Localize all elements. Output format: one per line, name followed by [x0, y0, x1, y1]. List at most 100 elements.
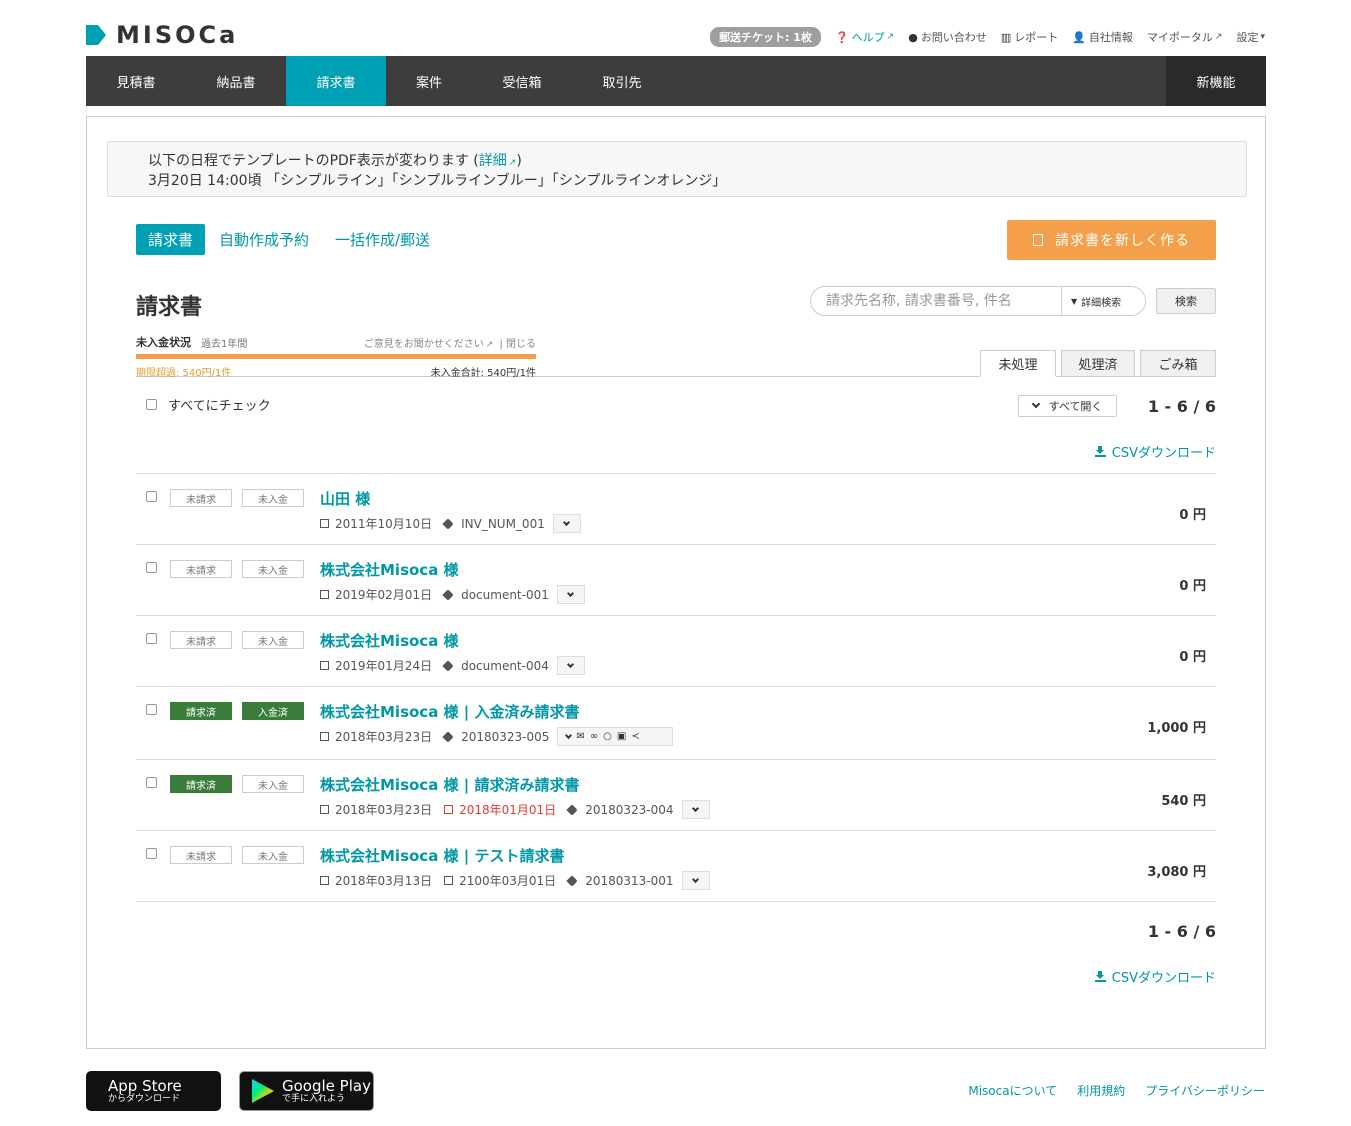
issue-date: 2018年03月23日: [335, 803, 433, 817]
company-info-link[interactable]: 👤 自社情報: [1072, 29, 1133, 45]
invoice-subtabs: 請求書 自動作成予約 一括作成/郵送: [136, 224, 456, 255]
invoice-row[interactable]: 未請求 未入金 株式会社Misoca 様 2019年02月01日 documen…: [136, 545, 1216, 616]
due-date: 2018年01月01日: [459, 803, 557, 817]
csv-download-bottom[interactable]: CSVダウンロード: [1094, 967, 1216, 986]
unpaid-progress-bar: [136, 354, 536, 359]
due-date-icon: [444, 876, 454, 885]
nav-inbox[interactable]: 受信箱: [472, 56, 572, 106]
template-notice: 以下の日程でテンプレートのPDF表示が変わります (詳細 ↗) 3月20日 14:…: [107, 141, 1247, 197]
create-invoice-button[interactable]: 請求書を新しく作る: [1007, 220, 1216, 260]
invoice-title-link[interactable]: 株式会社Misoca 様 | 請求済み請求書: [320, 774, 579, 795]
advanced-search-toggle[interactable]: ▼ 詳細検索: [1061, 287, 1121, 315]
invoice-amount: 0 円: [1179, 579, 1206, 594]
invoice-meta: 2019年02月01日 document-001: [320, 585, 585, 604]
invoice-amount: 3,080 円: [1147, 865, 1206, 880]
close-status-link[interactable]: | 閉じる: [499, 339, 536, 350]
issue-date: 2018年03月23日: [335, 730, 433, 744]
csv-download-top[interactable]: CSVダウンロード: [1094, 442, 1216, 461]
subtab-bulk[interactable]: 一括作成/郵送: [335, 229, 430, 250]
expand-row-button[interactable]: [556, 585, 585, 604]
chevron-down-icon: [563, 518, 571, 526]
search-input[interactable]: [811, 293, 1061, 309]
question-icon: ❓: [834, 30, 849, 44]
row-checkbox[interactable]: [146, 633, 157, 644]
row-checkbox[interactable]: [146, 491, 157, 502]
chevron-down-icon: [567, 589, 575, 597]
expand-row-button[interactable]: [681, 871, 710, 890]
invoice-number: document-004: [461, 658, 549, 673]
settings-menu[interactable]: 設定 ▾: [1236, 29, 1265, 45]
misoca-logo[interactable]: MISOCa: [86, 21, 238, 49]
invoice-number: 20180313-001: [585, 873, 674, 888]
expand-row-button[interactable]: [681, 800, 710, 819]
invoice-title-link[interactable]: 株式会社Misoca 様: [320, 630, 459, 651]
row-checkbox[interactable]: [146, 848, 157, 859]
invoice-title-link[interactable]: 株式会社Misoca 様 | 入金済み請求書: [320, 701, 579, 722]
row-checkbox[interactable]: [146, 777, 157, 788]
search-button[interactable]: 検索: [1156, 288, 1216, 314]
feedback-link[interactable]: ご意見をお聞かせください ↗: [364, 339, 494, 350]
invoice-meta: 2018年03月23日 20180323-005 ✉ ∞ ○ ▣ ≺: [320, 727, 674, 746]
invoice-meta: 2019年01月24日 document-004: [320, 656, 585, 675]
nav-estimate[interactable]: 見積書: [86, 56, 186, 106]
caret-down-icon: ▾: [1260, 32, 1265, 42]
footer-link-about[interactable]: Misocaについて: [968, 1082, 1057, 1099]
payment-status-badge: 未入金: [242, 560, 304, 578]
nav-delivery[interactable]: 納品書: [186, 56, 286, 106]
nav-invoice[interactable]: 請求書: [286, 56, 386, 106]
billing-status-badge: 未請求: [170, 489, 232, 507]
tab-pending[interactable]: 未処理: [980, 350, 1056, 377]
nav-new-features[interactable]: 新機能: [1166, 56, 1266, 106]
chevron-down-icon: [691, 875, 700, 883]
invoice-row[interactable]: 未請求 未入金 株式会社Misoca 様 2019年01月24日 documen…: [136, 616, 1216, 687]
subtab-auto-create[interactable]: 自動作成予約: [219, 229, 309, 250]
expand-row-button[interactable]: [556, 656, 585, 675]
app-store-badge[interactable]: App Store からダウンロード: [86, 1071, 221, 1111]
footer-links: Misocaについて 利用規約 プライバシーポリシー: [948, 1082, 1265, 1099]
tab-trash[interactable]: ごみ箱: [1140, 350, 1216, 377]
caret-down-icon: ▼: [1071, 296, 1078, 306]
chevron-down-icon: [565, 731, 573, 739]
invoice-row[interactable]: 未請求 未入金 山田 様 2011年10月10日 INV_NUM_001 0 円: [136, 474, 1216, 545]
report-link[interactable]: ▥ レポート: [1001, 29, 1058, 45]
chevron-down-icon: [1031, 399, 1040, 409]
footer-link-terms[interactable]: 利用規約: [1077, 1082, 1125, 1099]
external-link-icon: ↗: [886, 32, 895, 42]
nav-project[interactable]: 案件: [386, 56, 472, 106]
expand-row-button[interactable]: ✉ ∞ ○ ▣ ≺: [557, 727, 674, 746]
contact-link[interactable]: ● お問い合わせ: [908, 29, 987, 45]
open-all-button[interactable]: すべて開く: [1018, 395, 1117, 417]
invoice-amount: 0 円: [1179, 650, 1206, 665]
invoice-row[interactable]: 請求済 未入金 株式会社Misoca 様 | 請求済み請求書 2018年03月2…: [136, 760, 1216, 831]
calendar-icon: [320, 661, 329, 670]
chevron-down-icon: [567, 660, 575, 668]
invoice-title-link[interactable]: 株式会社Misoca 様 | テスト請求書: [320, 845, 564, 866]
my-portal-link[interactable]: マイポータル ↗: [1147, 29, 1223, 45]
invoice-amount: 540 円: [1161, 794, 1206, 809]
footer-link-privacy[interactable]: プライバシーポリシー: [1145, 1082, 1265, 1099]
postal-ticket-badge[interactable]: 郵送チケット: 1枚: [710, 27, 821, 47]
invoice-title-link[interactable]: 山田 様: [320, 488, 370, 509]
notice-line-2: 3月20日 14:00頃 「シンプルライン」「シンプルラインブルー」「シンプルラ…: [148, 173, 727, 189]
nav-clients[interactable]: 取引先: [572, 56, 672, 106]
billing-status-badge: 未請求: [170, 631, 232, 649]
payment-status-badge: 未入金: [242, 846, 304, 864]
expand-row-button[interactable]: [552, 514, 581, 533]
notice-detail-link[interactable]: 詳細 ↗: [479, 153, 517, 169]
tab-processed[interactable]: 処理済: [1061, 350, 1135, 377]
envelope-icon: ✉: [576, 731, 585, 742]
invoice-row[interactable]: 請求済 入金済 株式会社Misoca 様 | 入金済み請求書 2018年03月2…: [136, 687, 1216, 760]
row-checkbox[interactable]: [146, 562, 157, 573]
invoice-row[interactable]: 未請求 未入金 株式会社Misoca 様 | テスト請求書 2018年03月13…: [136, 831, 1216, 902]
billing-status-badge: 未請求: [170, 560, 232, 578]
subtab-invoice[interactable]: 請求書: [136, 224, 206, 255]
help-link[interactable]: ❓ ヘルプ ↗: [835, 29, 894, 45]
invoice-title-link[interactable]: 株式会社Misoca 様: [320, 559, 459, 580]
check-all[interactable]: すべてにチェック: [146, 395, 271, 414]
check-all-checkbox[interactable]: [146, 399, 157, 410]
comment-icon: ●: [908, 30, 918, 44]
google-play-badge[interactable]: Google Play で手に入れよう: [239, 1071, 374, 1111]
pagination-count-top: 1 - 6 / 6: [1147, 397, 1216, 416]
row-checkbox[interactable]: [146, 704, 157, 715]
external-link-icon: ↗: [485, 339, 494, 350]
